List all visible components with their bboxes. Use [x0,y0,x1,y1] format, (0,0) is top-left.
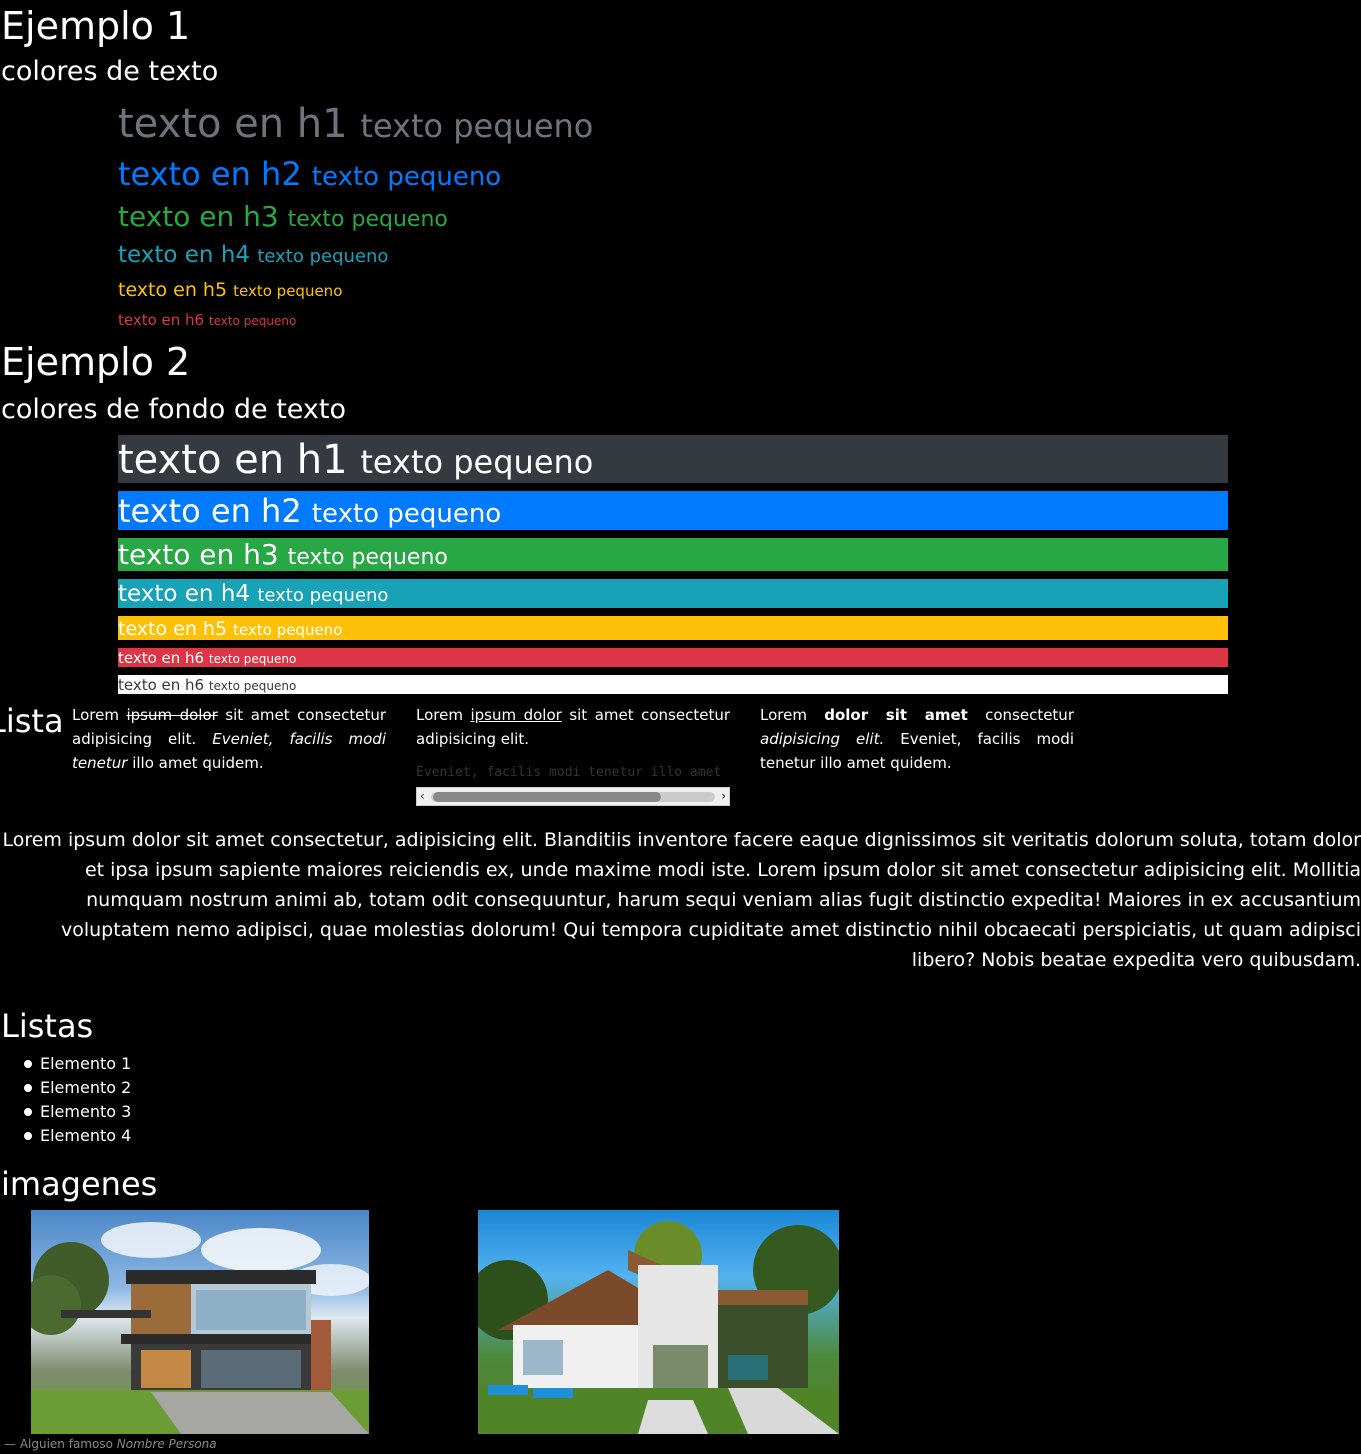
bg-row-h6-light: texto en h6 texto pequeno [118,675,1228,694]
example2-subtitle: colores de fondo de texto [1,394,347,425]
heading-text: texto en h2 [118,492,302,530]
heading-text: texto en h4 [118,581,251,607]
caption-cite: Nombre Persona [116,1437,217,1451]
lista-column-1: Lorem ipsum dolor sit amet consectetur a… [72,703,386,775]
text-row-h6: texto en h6 texto pequeno [118,313,296,328]
list-item: Elemento 1 [22,1052,131,1076]
bg-row-h1: texto en h1 texto pequeno [118,435,1228,483]
bullet-list: Elemento 1 Elemento 2 Elemento 3 Element… [22,1052,131,1148]
bg-row-h6: texto en h6 texto pequeno [118,648,1228,667]
imagenes-title: imagenes [1,1165,158,1203]
heading-text: texto en h6 [118,649,205,667]
list-item: Elemento 4 [22,1124,131,1148]
list-item: Elemento 2 [22,1076,131,1100]
lista-column-2: Lorem ipsum dolor sit amet consectetur a… [416,703,730,783]
horizontal-scrollbar[interactable]: ‹ › [416,787,730,806]
heading-text: texto en h1 [118,101,348,147]
small-text: texto pequeno [287,545,448,570]
modern-house-image [31,1210,369,1434]
lista-title: Lista [0,702,64,740]
bg-row-h5: texto en h5 texto pequeno [118,616,1228,640]
small-text: texto pequeno [287,207,448,232]
scroll-left-icon[interactable]: ‹ [420,788,425,805]
lista-column-3: Lorem dolor sit amet consectetur adipisi… [760,703,1074,775]
text: illo amet quidem. [132,754,264,772]
text-row-h1: texto en h1 texto pequeno [118,104,593,144]
bold-text: dolor sit amet [824,706,968,724]
bg-row-h4: texto en h4 texto pequeno [118,579,1228,608]
example1-subtitle: colores de texto [1,56,219,87]
text-row-h4: texto en h4 texto pequeno [118,244,388,267]
text: Lorem [72,706,119,724]
scroll-right-icon[interactable]: › [721,788,726,805]
right-aligned-paragraph: Lorem ipsum dolor sit amet consectetur, … [2,829,1361,971]
scroll-thumb[interactable] [433,792,661,802]
small-text: texto pequeno [233,282,343,300]
small-text: texto pequeno [360,107,594,145]
heading-text: texto en h3 [118,200,279,233]
small-text: texto pequeno [208,314,297,328]
code-scroll-box[interactable]: Eveniet, facilis modi tenetur illo amet … [416,763,730,783]
small-text: texto pequeno [311,162,502,192]
example1-title: Ejemplo 1 [1,4,191,48]
underlined-text: ipsum dolor [470,706,562,724]
small-text: texto pequeno [208,679,297,693]
small-text: texto pequeno [257,246,389,267]
caption-text: Alguien famoso [19,1437,113,1451]
text: sit amet consectetur adipisicing elit. [416,706,730,748]
text-row-h5: texto en h5 texto pequeno [118,281,342,300]
heading-text: texto en h1 [118,437,348,483]
strikethrough-text: ipsum dolor [126,706,218,724]
heading-text: texto en h3 [118,538,279,571]
small-text: texto pequeno [208,652,297,666]
heading-text: texto en h5 [118,279,228,301]
example2-title: Ejemplo 2 [1,340,191,384]
heading-text: texto en h5 [118,618,228,640]
small-text: texto pequeno [233,621,343,639]
text: Lorem [760,706,807,724]
heading-text: texto en h6 [118,311,205,329]
text: consectetur [985,706,1074,724]
list-item: Elemento 3 [22,1100,131,1124]
small-text: texto pequeno [360,443,594,481]
image-caption: — Alguien famoso Nombre Persona [4,1437,217,1451]
listas-title: Listas [1,1007,94,1045]
heading-text: texto en h6 [118,676,205,694]
text-row-h3: texto en h3 texto pequeno [118,203,448,231]
bg-row-h3: texto en h3 texto pequeno [118,538,1228,571]
small-text: texto pequeno [311,499,502,529]
text: Lorem [416,706,463,724]
heading-text: texto en h2 [118,155,302,193]
bg-row-h2: texto en h2 texto pequeno [118,491,1228,530]
small-text: texto pequeno [257,585,389,606]
text-row-h2: texto en h2 texto pequeno [118,158,501,190]
country-house-image [478,1210,839,1434]
italic-text: adipisicing elit. [760,730,885,748]
heading-text: texto en h4 [118,242,251,268]
caption-dash: — [4,1437,20,1451]
